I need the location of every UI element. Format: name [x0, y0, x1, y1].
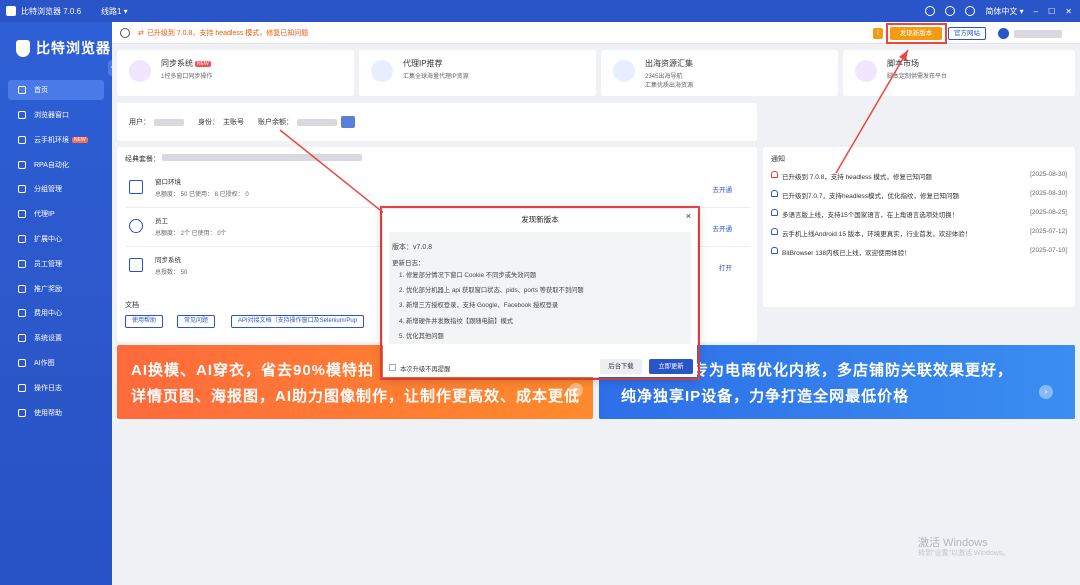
dialog-body: 版本：v7.0.8 更新日志： 1. 修复部分情况下窗口 Cookie 不同步或… [389, 232, 691, 344]
dialog-title: 发现新版本 [521, 215, 559, 224]
changelog-line: 1. 修复部分情况下窗口 Cookie 不同步或失效问题 [399, 272, 537, 279]
changelog-line: 3. 新增三方授权登录，支持 Google、Facebook 授权登录 [399, 302, 559, 309]
update-now-button[interactable]: 立即更新 [649, 359, 693, 374]
close-icon[interactable]: × [686, 211, 691, 221]
background-download-button[interactable]: 后台下载 [600, 359, 642, 374]
changelog-line: 5. 优化其他问题 [399, 333, 444, 340]
changelog-line: 2. 优化部分机器上 api 获取窗口状态、pids、ports 等获取不到问题 [399, 287, 584, 294]
no-remind-label[interactable]: 本次升级不再提醒 [400, 364, 450, 373]
no-remind-checkbox[interactable] [389, 364, 396, 371]
changelog-line: 4. 新增硬件并发数指纹【跟随电脑】模式 [399, 318, 514, 325]
new-version-dialog: 发现新版本 × 版本：v7.0.8 更新日志： 1. 修复部分情况下窗口 Coo… [383, 209, 697, 377]
version-text: 版本：v7.0.8 [392, 244, 433, 251]
changelog-title: 更新日志： [392, 260, 425, 267]
